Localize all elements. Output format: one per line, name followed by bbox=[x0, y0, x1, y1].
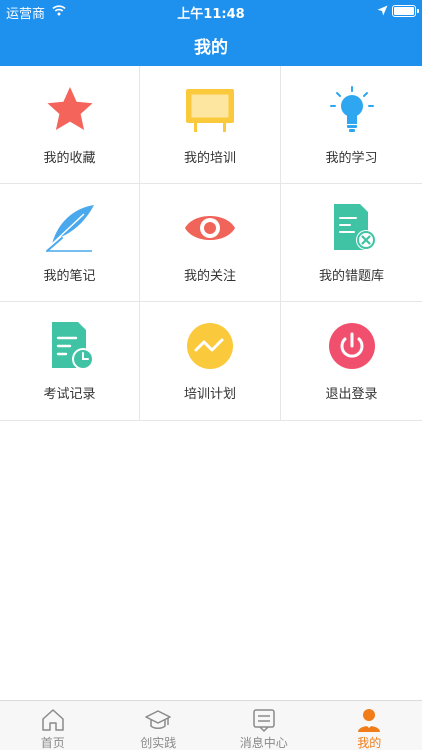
tab-bar: 首页 创实践 消息中心 我的 bbox=[0, 700, 422, 750]
document-clock-icon bbox=[51, 322, 94, 370]
status-bar: 运营商 上午11:48 bbox=[0, 0, 422, 22]
status-time: 上午11:48 bbox=[177, 7, 245, 22]
tab-mine[interactable]: 我的 bbox=[317, 701, 422, 750]
menu-item-logout[interactable]: 退出登录 bbox=[281, 302, 422, 420]
menu-item-training-plan[interactable]: 培训计划 bbox=[140, 302, 281, 420]
document-wrong-icon bbox=[333, 204, 376, 250]
menu-item-exam-records[interactable]: 考试记录 bbox=[0, 302, 140, 420]
power-icon bbox=[328, 323, 375, 369]
easel-board-icon bbox=[186, 89, 234, 132]
menu-item-favorites[interactable]: 我的收藏 bbox=[0, 66, 140, 184]
menu-label: 我的收藏 bbox=[43, 151, 96, 166]
menu-label: 我的笔记 bbox=[43, 269, 96, 284]
menu-grid: 我的收藏 我的培训 我的学习 我的笔记 我的关注 我的错题库 考试记录 培训计划… bbox=[0, 66, 422, 421]
feather-quill-icon bbox=[45, 205, 94, 252]
menu-label: 考试记录 bbox=[43, 387, 96, 402]
battery-icon bbox=[392, 5, 419, 17]
tab-label: 我的 bbox=[357, 736, 382, 750]
tab-practice[interactable]: 创实践 bbox=[106, 701, 212, 750]
graduation-cap-icon bbox=[145, 710, 171, 729]
nav-bar: 我的 bbox=[0, 22, 422, 66]
tab-label: 首页 bbox=[40, 736, 65, 750]
star-icon bbox=[47, 87, 92, 130]
menu-item-study[interactable]: 我的学习 bbox=[281, 66, 422, 184]
tab-home[interactable]: 首页 bbox=[0, 701, 106, 750]
tab-label: 创实践 bbox=[140, 736, 177, 750]
tab-label: 消息中心 bbox=[239, 736, 288, 750]
menu-item-notes[interactable]: 我的笔记 bbox=[0, 184, 140, 302]
person-icon bbox=[358, 709, 381, 732]
location-arrow-icon bbox=[377, 5, 388, 16]
menu-label: 我的学习 bbox=[325, 151, 378, 166]
lightbulb-icon bbox=[329, 86, 374, 132]
menu-item-training[interactable]: 我的培训 bbox=[140, 66, 281, 184]
menu-label: 我的错题库 bbox=[318, 269, 384, 284]
menu-label: 培训计划 bbox=[183, 387, 236, 402]
menu-label: 我的关注 bbox=[183, 269, 236, 284]
message-icon bbox=[253, 709, 275, 733]
eye-icon bbox=[185, 216, 235, 240]
menu-label: 退出登录 bbox=[325, 387, 378, 402]
menu-item-wrong-questions[interactable]: 我的错题库 bbox=[281, 184, 422, 302]
menu-label: 我的培训 bbox=[183, 151, 236, 166]
menu-item-follow[interactable]: 我的关注 bbox=[140, 184, 281, 302]
home-icon bbox=[42, 709, 64, 731]
page-title: 我的 bbox=[194, 38, 228, 58]
tab-messages[interactable]: 消息中心 bbox=[211, 701, 317, 750]
trend-wave-icon bbox=[187, 323, 233, 369]
